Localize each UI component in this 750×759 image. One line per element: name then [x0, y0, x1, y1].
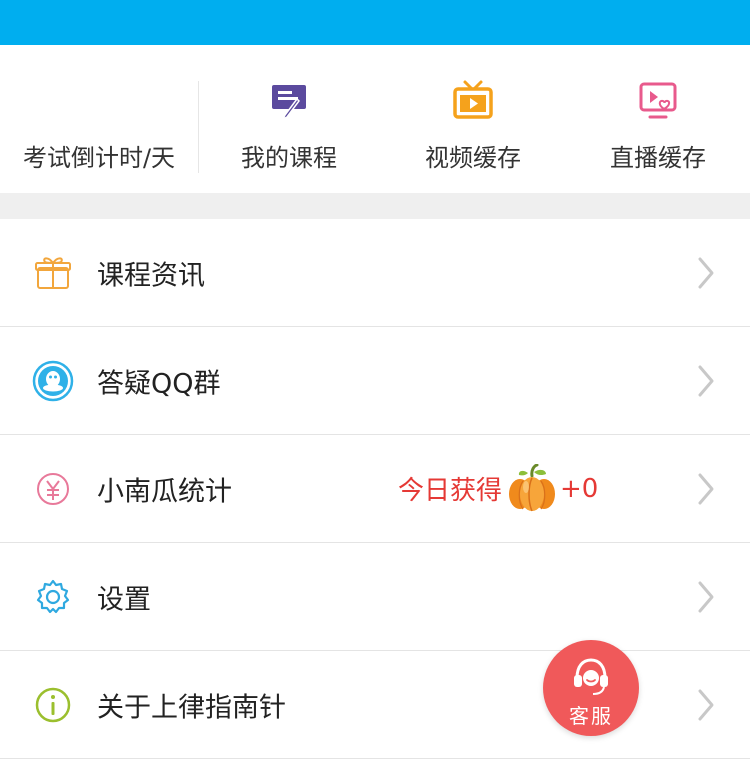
headset-icon — [574, 658, 608, 695]
live-screen-icon — [639, 82, 677, 119]
menu-item-label: 答疑QQ群 — [97, 368, 221, 399]
chevron-right-icon — [698, 581, 714, 612]
nav-video-cache-label: 视频缓存 — [425, 144, 521, 172]
menu-item-settings[interactable]: 设置 — [0, 543, 750, 651]
exam-countdown-label: 考试倒计时/天 — [22, 144, 176, 172]
exam-countdown[interactable]: 考试倒计时/天 — [0, 45, 198, 193]
yen-coin-icon — [37, 472, 69, 505]
nav-video-cache[interactable]: 视频缓存 — [380, 45, 566, 193]
course-icon — [272, 85, 306, 121]
gift-icon — [35, 256, 71, 289]
today-pumpkin-count: 今日获得 +0 — [398, 463, 599, 514]
menu-item-label: 小南瓜统计 — [97, 476, 232, 507]
chevron-right-icon — [698, 365, 714, 396]
nav-live-cache[interactable]: 直播缓存 — [566, 45, 750, 193]
nav-my-courses[interactable]: 我的课程 — [198, 45, 380, 193]
top-nav: 考试倒计时/天 我的课程 视频缓存 直播缓存 — [0, 45, 750, 193]
menu-item-label: 课程资讯 — [97, 260, 205, 291]
status-bar — [0, 0, 750, 45]
pumpkin-icon — [509, 463, 556, 511]
menu-item-course-news[interactable]: 课程资讯 — [0, 219, 750, 327]
tv-icon — [453, 80, 493, 119]
info-icon — [35, 687, 71, 722]
chevron-right-icon — [698, 689, 714, 720]
customer-service-button[interactable]: 客服 — [543, 640, 639, 736]
customer-service-label: 客服 — [569, 704, 613, 728]
today-earned-value: +0 — [560, 473, 599, 504]
menu-item-pumpkin-stats[interactable]: 小南瓜统计 今日获得 +0 — [0, 435, 750, 543]
nav-live-cache-label: 直播缓存 — [610, 144, 706, 172]
chevron-right-icon — [698, 473, 714, 504]
menu-item-label: 设置 — [97, 584, 151, 615]
today-earned-label: 今日获得 — [398, 476, 503, 506]
chevron-right-icon — [698, 257, 714, 288]
section-gap — [0, 193, 750, 219]
menu-item-label: 关于上律指南针 — [97, 692, 286, 723]
nav-my-courses-label: 我的课程 — [241, 144, 337, 172]
menu-item-qq-group[interactable]: 答疑QQ群 — [0, 327, 750, 435]
qq-penguin-icon — [32, 360, 74, 401]
gear-icon — [36, 579, 70, 613]
